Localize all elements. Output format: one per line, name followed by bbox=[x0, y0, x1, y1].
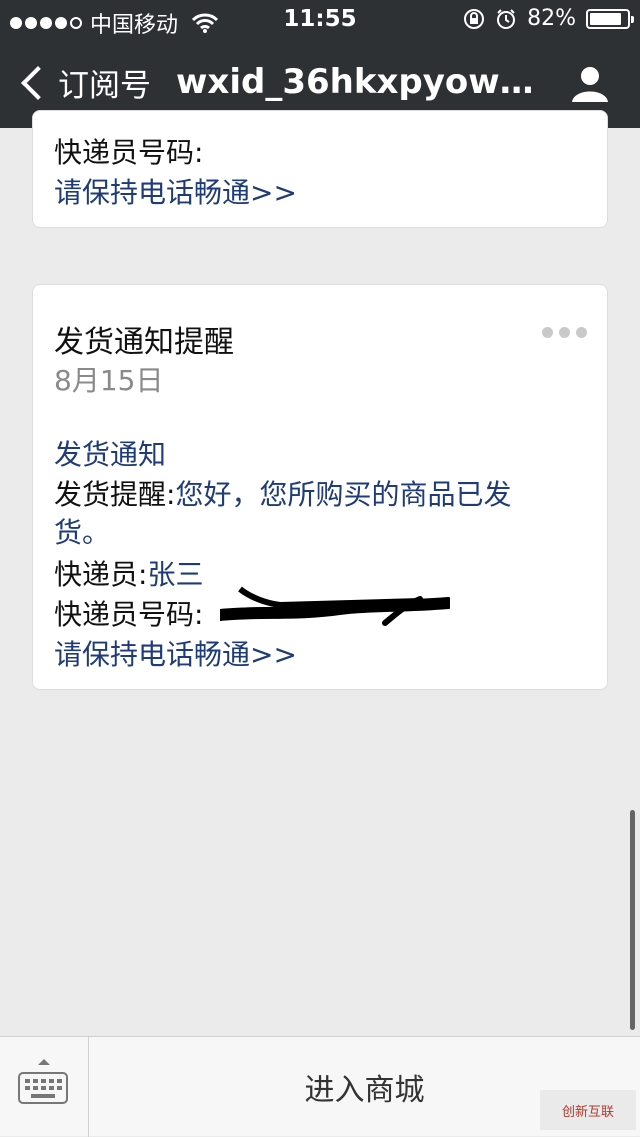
redaction-scribble bbox=[220, 586, 450, 626]
reminder-value-continued: 货。 bbox=[54, 516, 111, 549]
message-card: 发货通知提醒 8月15日 发货通知 发货提醒:您好，您所购买的商品已发 货。 快… bbox=[32, 284, 608, 690]
card-title: 发货通知提醒 bbox=[54, 325, 234, 360]
courier-label: 快递员: bbox=[54, 558, 148, 591]
courier-row: 快递员:张三 bbox=[54, 553, 203, 593]
caret-up-icon bbox=[38, 1059, 50, 1065]
keyboard-icon bbox=[18, 1072, 68, 1104]
reminder-label: 发货提醒: bbox=[54, 478, 176, 511]
alarm-icon bbox=[497, 8, 516, 29]
keyboard-toggle[interactable] bbox=[0, 1037, 89, 1137]
watermark-logo: 创新互联 bbox=[540, 1090, 636, 1130]
back-label: 订阅号 bbox=[58, 68, 151, 104]
profile-icon[interactable] bbox=[570, 64, 610, 104]
card-date: 8月15日 bbox=[54, 364, 164, 397]
top-bar: 中国移动 11:55 82% 订阅号 wxid_36hkxpyowh... bbox=[0, 0, 640, 128]
more-dots-icon[interactable] bbox=[542, 327, 587, 338]
keep-phone-link[interactable]: 请保持电话畅通>> bbox=[54, 171, 297, 211]
reminder-value: 您好，您所购买的商品已发 bbox=[175, 478, 512, 511]
keep-phone-link[interactable]: 请保持电话畅通>> bbox=[54, 633, 297, 673]
scrollbar[interactable] bbox=[630, 810, 635, 1030]
status-bar: 中国移动 11:55 82% bbox=[0, 0, 640, 40]
courier-number-label: 快递员号码: bbox=[54, 598, 204, 631]
message-card: 快递员号码: 请保持电话畅通>> bbox=[32, 110, 608, 228]
reminder-row: 发货提醒:您好，您所购买的商品已发 bbox=[54, 473, 511, 513]
battery-icon bbox=[586, 8, 634, 29]
battery-percent: 82% bbox=[527, 6, 576, 31]
back-button[interactable]: 订阅号 bbox=[18, 60, 151, 105]
back-chevron-icon bbox=[21, 65, 55, 100]
rotation-lock-icon bbox=[464, 8, 485, 29]
courier-value: 张三 bbox=[147, 558, 204, 591]
chat-title: wxid_36hkxpyowh... bbox=[176, 62, 536, 102]
courier-number-label: 快递员号码: bbox=[54, 136, 204, 169]
section-title: 发货通知 bbox=[54, 438, 167, 471]
